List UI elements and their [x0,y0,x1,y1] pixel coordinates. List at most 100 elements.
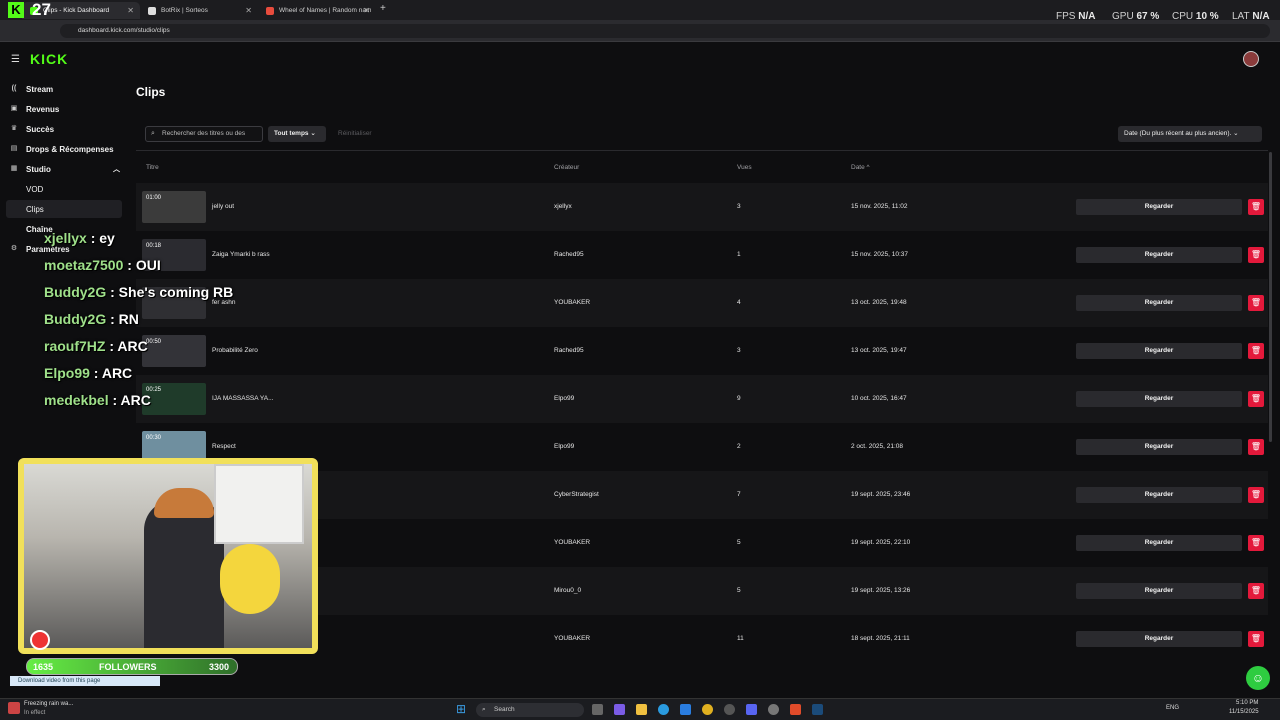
clip-title[interactable]: jelly out [212,203,234,210]
search-input[interactable]: ⌕ Rechercher des titres ou des [145,126,263,142]
watch-button[interactable]: Regarder [1076,391,1242,407]
clip-creator[interactable]: YOUBAKER [554,539,590,546]
close-tab-icon[interactable]: ✕ [245,6,252,15]
delete-icon[interactable]: 🗑 [1248,199,1264,215]
scrollbar[interactable] [1269,152,1272,442]
watch-button[interactable]: Regarder [1076,343,1242,359]
edge-icon[interactable] [658,704,669,715]
obs-icon[interactable] [724,704,735,715]
tab-botrix[interactable]: BotRix | Sorteos ✕ [140,2,258,19]
sidebar-item-stream[interactable]: ((Stream [10,80,122,98]
chat-username: moetaz7500 [44,257,124,273]
sidebar-item-studio[interactable]: ▦ Studio ︿ [10,160,122,178]
close-tab-icon[interactable]: ✕ [127,6,134,15]
delete-icon[interactable]: 🗑 [1248,295,1264,311]
watch-button[interactable]: Regarder [1076,439,1242,455]
steam-icon[interactable] [812,704,823,715]
clip-creator[interactable]: Mirou0_0 [554,587,581,594]
clip-creator[interactable]: YOUBAKER [554,635,590,642]
sidebar-item-vod[interactable]: VOD [26,185,43,194]
table-row[interactable]: 00:25 IJA MASSASSA YA... Elpo99 9 10 oct. 20… [136,375,1268,423]
sidebar-item-drops[interactable]: ▤ Drops & Récompenses [10,140,122,158]
reset-button[interactable]: Réinitialiser [338,130,372,137]
sidebar-item-clips[interactable]: Clips [26,205,44,214]
clip-duration: 01:00 [146,195,162,201]
watch-button[interactable]: Regarder [1076,583,1242,599]
clock-time[interactable]: 5:10 PM [1236,700,1258,706]
col-header-date[interactable]: Date ^ [851,164,870,171]
url-field[interactable]: dashboard.kick.com/studio/clips [60,24,1270,38]
task-view-icon[interactable] [592,704,603,715]
delete-icon[interactable]: 🗑 [1248,343,1264,359]
tab-wheel-of-names[interactable]: Wheel of Names | Random nam ✕ [258,2,376,19]
windows-start-icon[interactable]: ⊞ [456,703,468,715]
clip-date: 19 sept. 2025, 13:26 [851,587,911,594]
clip-creator[interactable]: Rached95 [554,347,584,354]
close-tab-icon[interactable]: ✕ [363,6,370,15]
time-filter-dropdown[interactable]: Tout temps ⌄ [268,126,326,142]
teams-icon[interactable] [614,704,625,715]
clip-date: 2 oct. 2025, 21:08 [851,443,904,450]
clip-title[interactable]: Zaiga Ymarki b rass [212,251,270,258]
chevron-up-icon: ︿ [113,166,120,173]
clip-title[interactable]: Probabilité Zero [212,347,258,354]
delete-icon[interactable]: 🗑 [1248,439,1264,455]
watch-button[interactable]: Regarder [1076,535,1242,551]
chat-bubble-icon[interactable]: ☺ [1246,666,1270,690]
clip-date: 19 sept. 2025, 23:46 [851,491,911,498]
table-row[interactable]: 00:50 Probabilité Zero Rached95 3 13 oct. 20… [136,327,1268,375]
chat-text: : ARC [93,365,133,381]
col-header-views[interactable]: Vues [737,164,752,171]
sort-dropdown[interactable]: Date (Du plus récent au plus ancien). ⌄ [1118,126,1262,142]
clip-creator[interactable]: Elpo99 [554,443,574,450]
watch-button[interactable]: Regarder [1076,199,1242,215]
watch-button[interactable]: Regarder [1076,487,1242,503]
mail-icon[interactable] [680,704,691,715]
col-header-creator[interactable]: Créateur [554,164,579,171]
delete-icon[interactable]: 🗑 [1248,247,1264,263]
delete-icon[interactable]: 🗑 [1248,583,1264,599]
table-row[interactable]: fer ashn YOUBAKER 4 13 oct. 2025, 19:48 Rega… [136,279,1268,327]
sidebar-item-revenus[interactable]: ▣ Revenus [10,100,122,118]
app-icon[interactable] [768,704,779,715]
new-tab-icon[interactable]: + [380,3,386,14]
watch-button[interactable]: Regarder [1076,247,1242,263]
clip-creator[interactable]: CyberStrategist [554,491,599,498]
delete-icon[interactable]: 🗑 [1248,487,1264,503]
chrome-icon[interactable] [702,704,713,715]
stream-logo-overlay: K 27 [8,0,58,36]
brave-icon[interactable] [790,704,801,715]
weather-sub: In effect [24,710,46,716]
clip-title[interactable]: fer ashn [212,299,236,306]
clip-creator[interactable]: YOUBAKER [554,299,590,306]
weather-title[interactable]: Freezing rain wa... [24,701,73,707]
clip-creator[interactable]: xjellyx [554,203,572,210]
delete-icon[interactable]: 🗑 [1248,631,1264,647]
clip-date: 15 nov. 2025, 11:02 [851,203,908,210]
language-indicator[interactable]: ENG [1166,705,1179,711]
table-row[interactable]: 01:00 jelly out xjellyx 3 15 nov. 2025, 11:0… [136,183,1268,231]
clock-date[interactable]: 11/15/2025 [1229,709,1259,715]
avatar[interactable] [1243,51,1259,67]
watch-button[interactable]: Regarder [1076,295,1242,311]
file-explorer-icon[interactable] [636,704,647,715]
clip-views: 3 [737,347,741,354]
sidebar-item-succes[interactable]: ♛ Succès [10,120,122,138]
delete-icon[interactable]: 🗑 [1248,535,1264,551]
clip-title[interactable]: Respect [212,443,236,450]
clip-creator[interactable]: Rached95 [554,251,584,258]
table-row[interactable]: 00:18 Zaiga Ymarki b rass Rached95 1 15 nov.… [136,231,1268,279]
download-video-bar[interactable]: Download video from this page [10,676,160,686]
clip-creator[interactable]: Elpo99 [554,395,574,402]
discord-icon[interactable] [746,704,757,715]
clip-title[interactable]: IJA MASSASSA YA... [212,395,274,402]
watch-button[interactable]: Regarder [1076,631,1242,647]
overlay-number: 27 [32,0,51,19]
chat-username: xjellyx [44,230,87,246]
taskbar-search[interactable]: ⌕ Search [476,703,584,717]
col-header-title[interactable]: Titre [146,164,159,171]
clip-views: 2 [737,443,741,450]
delete-icon[interactable]: 🗑 [1248,391,1264,407]
followers-goal: 3300 [209,662,230,672]
divider [136,150,1268,151]
